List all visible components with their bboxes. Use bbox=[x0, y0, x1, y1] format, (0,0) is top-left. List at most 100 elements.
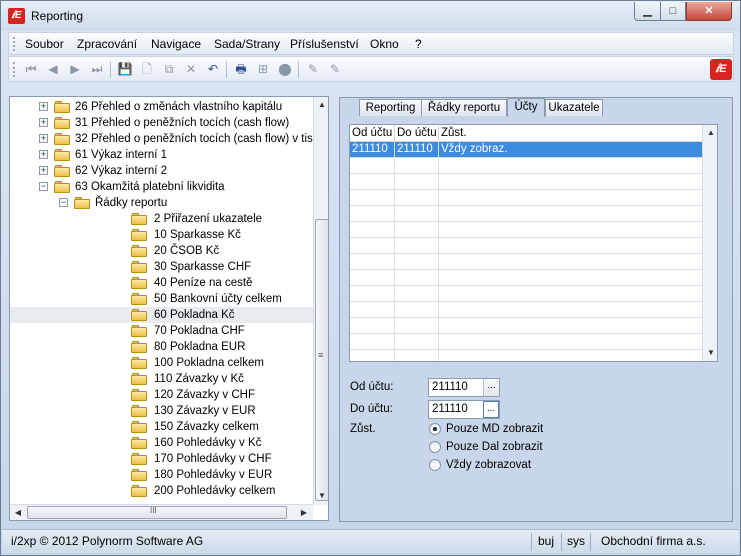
tree-item[interactable]: 60 Pokladna Kč bbox=[10, 307, 313, 323]
next-icon[interactable]: ▶ bbox=[67, 61, 83, 77]
tree-item-label: 180 Pohledávky v EUR bbox=[154, 469, 273, 481]
scroll-right-icon[interactable]: ▶ bbox=[296, 505, 312, 520]
edit-icon[interactable]: ✎ bbox=[305, 61, 321, 77]
tree-item[interactable]: 80 Pokladna EUR bbox=[10, 339, 313, 355]
tree-item[interactable]: 180 Pohledávky v EUR bbox=[10, 467, 313, 483]
tree-hscroll-thumb[interactable]: III bbox=[27, 506, 287, 519]
tree-item[interactable]: 200 Pohledávky celkem bbox=[10, 483, 313, 499]
expand-icon[interactable]: + bbox=[39, 102, 48, 111]
radio-button[interactable] bbox=[429, 459, 441, 471]
expand-icon[interactable]: + bbox=[39, 150, 48, 159]
tree-item[interactable]: 130 Závazky v EUR bbox=[10, 403, 313, 419]
tree-item[interactable]: +32 Přehled o peněžních tocích (cash flo… bbox=[10, 131, 322, 147]
tree-item[interactable]: 30 Sparkasse CHF bbox=[10, 259, 313, 275]
tab-ucty[interactable]: Účty bbox=[507, 98, 545, 117]
empty-grid-row bbox=[350, 206, 702, 222]
menu-grip[interactable] bbox=[13, 37, 15, 51]
tree-icon[interactable]: ⊞ bbox=[255, 61, 271, 77]
to-account-browse-button[interactable]: ... bbox=[483, 401, 499, 418]
prev-icon[interactable]: ◀ bbox=[45, 61, 61, 77]
tree-item[interactable]: 70 Pokladna CHF bbox=[10, 323, 313, 339]
tree-horizontal-scrollbar[interactable]: ◀ III ▶ bbox=[10, 504, 313, 520]
tree-item-label: 31 Přehled o peněžních tocích (cash flow… bbox=[75, 117, 290, 129]
new-icon[interactable]: 🗋 bbox=[139, 61, 155, 77]
column-header-from[interactable]: Od účtu bbox=[350, 125, 395, 142]
tab-radky-reportu[interactable]: Řádky reportu bbox=[421, 99, 507, 116]
menu-sada-strany[interactable]: Sada/Strany bbox=[214, 37, 280, 51]
radio-button[interactable] bbox=[429, 441, 441, 453]
folder-icon bbox=[131, 485, 147, 497]
tree-item[interactable]: +61 Výkaz interní 1 bbox=[10, 147, 313, 163]
minimize-button[interactable]: ▁ bbox=[634, 2, 661, 21]
menu-help[interactable]: ? bbox=[415, 37, 422, 51]
delete-icon[interactable]: ✕ bbox=[183, 61, 199, 77]
empty-grid-row bbox=[350, 270, 702, 286]
tree-item[interactable]: 2 Přiřazení ukazatele bbox=[10, 211, 313, 227]
scroll-down-icon[interactable]: ▼ bbox=[314, 488, 328, 504]
window-title: Reporting bbox=[31, 9, 84, 23]
empty-grid-row bbox=[350, 350, 702, 361]
edit-disabled-icon[interactable]: ✎ bbox=[327, 61, 343, 77]
tree-item-label: 32 Přehled o peněžních tocích (cash flow… bbox=[75, 133, 322, 145]
scroll-up-icon[interactable]: ▲ bbox=[314, 97, 328, 113]
expand-icon[interactable]: + bbox=[39, 166, 48, 175]
scroll-up-icon[interactable]: ▲ bbox=[703, 125, 717, 141]
expand-icon[interactable]: + bbox=[39, 118, 48, 127]
menu-prislusenstvi[interactable]: Příslušenství bbox=[290, 37, 359, 51]
table-row[interactable]: 211110 211110 Vždy zobraz. bbox=[350, 142, 702, 158]
tree-item[interactable]: 150 Závazky celkem bbox=[10, 419, 313, 435]
tree-item[interactable]: − 63 Okamžitá platební likvidita bbox=[10, 179, 313, 195]
maximize-button[interactable]: □ bbox=[660, 2, 686, 21]
tree-item[interactable]: 110 Závazky v Kč bbox=[10, 371, 313, 387]
menu-zpracovani[interactable]: Zpracování bbox=[77, 37, 137, 51]
toolbar-grip[interactable] bbox=[13, 62, 15, 77]
cell-to: 211110 bbox=[395, 142, 439, 158]
tree-item[interactable]: − Řádky reportu bbox=[10, 195, 313, 211]
tab-reporting[interactable]: Reporting bbox=[359, 99, 422, 116]
collapse-icon[interactable]: − bbox=[39, 182, 48, 191]
column-header-to[interactable]: Do účtu bbox=[395, 125, 439, 142]
collapse-icon[interactable]: − bbox=[59, 198, 68, 207]
undo-icon[interactable]: ↶ bbox=[205, 61, 221, 77]
tree-item-label: 63 Okamžitá platební likvidita bbox=[75, 181, 225, 193]
report-tree[interactable]: +26 Přehled o změnách vlastního kapitálu… bbox=[9, 96, 329, 521]
last-icon[interactable]: ⏭ bbox=[89, 61, 105, 77]
column-header-balance[interactable]: Zůst. bbox=[439, 125, 702, 142]
tree-item[interactable]: 100 Pokladna celkem bbox=[10, 355, 313, 371]
empty-grid-row bbox=[350, 254, 702, 270]
menu-soubor[interactable]: Soubor bbox=[25, 37, 64, 51]
tree-item[interactable]: 20 ČSOB Kč bbox=[10, 243, 313, 259]
tree-item[interactable]: +31 Přehled o peněžních tocích (cash flo… bbox=[10, 115, 313, 131]
accounts-grid[interactable]: Od účtu Do účtu Zůst. 211110 211110 Vždy… bbox=[349, 124, 718, 362]
tree-item[interactable]: 40 Peníze na cestě bbox=[10, 275, 313, 291]
from-account-input[interactable]: 211110 ... bbox=[428, 378, 500, 397]
folder-icon bbox=[131, 341, 147, 353]
scroll-down-icon[interactable]: ▼ bbox=[703, 345, 717, 361]
close-button[interactable]: ✕ bbox=[686, 2, 732, 21]
tree-item[interactable]: 50 Bankovní účty celkem bbox=[10, 291, 313, 307]
menu-okno[interactable]: Okno bbox=[370, 37, 399, 51]
from-account-browse-button[interactable]: ... bbox=[483, 379, 499, 396]
grid-vertical-scrollbar[interactable]: ▲ ▼ bbox=[702, 125, 717, 361]
copy-icon[interactable]: ⧉ bbox=[161, 61, 177, 77]
expand-icon[interactable]: + bbox=[39, 134, 48, 143]
tree-item[interactable]: 170 Pohledávky v CHF bbox=[10, 451, 313, 467]
menu-navigace[interactable]: Navigace bbox=[151, 37, 201, 51]
cell-from: 211110 bbox=[350, 142, 395, 158]
radio-button-checked[interactable] bbox=[429, 423, 441, 435]
app-window: ⅈE Reporting ▁ □ ✕ Soubor Zpracování Nav… bbox=[0, 0, 741, 556]
tree-vertical-scrollbar[interactable]: ▲ ≡ ▼ bbox=[313, 97, 328, 505]
tree-item[interactable]: +62 Výkaz interní 2 bbox=[10, 163, 313, 179]
tree-item[interactable]: 120 Závazky v CHF bbox=[10, 387, 313, 403]
tab-ukazatele[interactable]: Ukazatele bbox=[545, 99, 603, 116]
tree-item[interactable]: 160 Pohledávky v Kč bbox=[10, 435, 313, 451]
scroll-left-icon[interactable]: ◀ bbox=[10, 505, 26, 520]
first-icon[interactable]: ⏮ bbox=[23, 61, 39, 77]
stop-icon[interactable]: ⬤ bbox=[277, 61, 293, 77]
save-icon[interactable]: 💾 bbox=[117, 61, 133, 77]
to-account-input[interactable]: 211110 ... bbox=[428, 400, 500, 419]
tree-scroll-thumb[interactable]: ≡ bbox=[315, 219, 328, 501]
print-icon[interactable]: 🖶 bbox=[233, 61, 249, 77]
tree-item[interactable]: +26 Přehled o změnách vlastního kapitálu bbox=[10, 99, 313, 115]
tree-item[interactable]: 10 Sparkasse Kč bbox=[10, 227, 313, 243]
